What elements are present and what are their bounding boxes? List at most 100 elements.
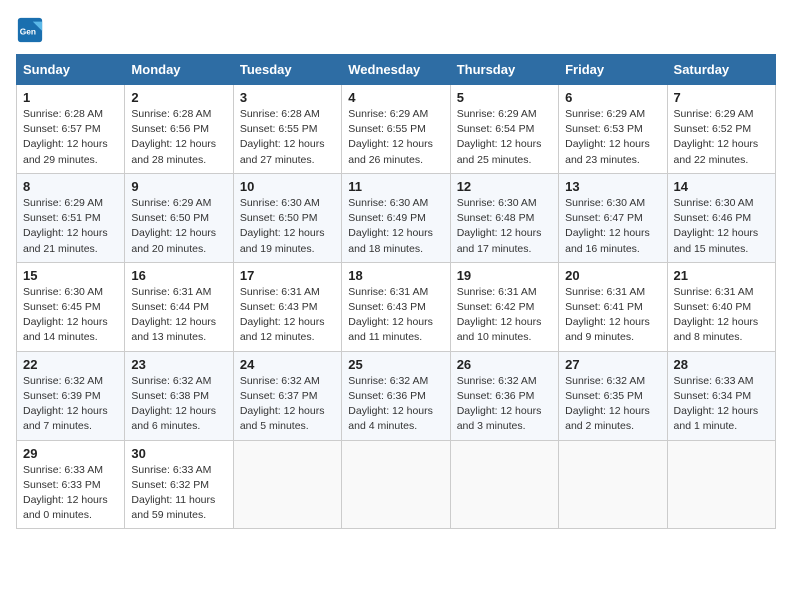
day-detail: Sunrise: 6:29 AM Sunset: 6:53 PM Dayligh… bbox=[565, 107, 660, 168]
day-number: 15 bbox=[23, 268, 118, 283]
day-number: 10 bbox=[240, 179, 335, 194]
empty-cell bbox=[342, 440, 450, 529]
dow-header-monday: Monday bbox=[125, 55, 233, 85]
day-detail: Sunrise: 6:33 AM Sunset: 6:34 PM Dayligh… bbox=[674, 374, 769, 435]
empty-cell bbox=[450, 440, 558, 529]
calendar-day-7: 7 Sunrise: 6:29 AM Sunset: 6:52 PM Dayli… bbox=[667, 85, 775, 174]
day-number: 29 bbox=[23, 446, 118, 461]
calendar-day-15: 15 Sunrise: 6:30 AM Sunset: 6:45 PM Dayl… bbox=[17, 262, 125, 351]
day-detail: Sunrise: 6:31 AM Sunset: 6:44 PM Dayligh… bbox=[131, 285, 226, 346]
day-number: 1 bbox=[23, 90, 118, 105]
svg-text:Gen: Gen bbox=[20, 27, 36, 37]
day-detail: Sunrise: 6:31 AM Sunset: 6:43 PM Dayligh… bbox=[240, 285, 335, 346]
day-number: 7 bbox=[674, 90, 769, 105]
day-detail: Sunrise: 6:28 AM Sunset: 6:56 PM Dayligh… bbox=[131, 107, 226, 168]
day-number: 18 bbox=[348, 268, 443, 283]
calendar-day-24: 24 Sunrise: 6:32 AM Sunset: 6:37 PM Dayl… bbox=[233, 351, 341, 440]
day-detail: Sunrise: 6:31 AM Sunset: 6:43 PM Dayligh… bbox=[348, 285, 443, 346]
calendar-day-21: 21 Sunrise: 6:31 AM Sunset: 6:40 PM Dayl… bbox=[667, 262, 775, 351]
calendar-day-14: 14 Sunrise: 6:30 AM Sunset: 6:46 PM Dayl… bbox=[667, 173, 775, 262]
empty-cell bbox=[667, 440, 775, 529]
day-detail: Sunrise: 6:32 AM Sunset: 6:36 PM Dayligh… bbox=[457, 374, 552, 435]
calendar-day-5: 5 Sunrise: 6:29 AM Sunset: 6:54 PM Dayli… bbox=[450, 85, 558, 174]
day-number: 26 bbox=[457, 357, 552, 372]
day-number: 27 bbox=[565, 357, 660, 372]
day-detail: Sunrise: 6:32 AM Sunset: 6:37 PM Dayligh… bbox=[240, 374, 335, 435]
calendar-day-18: 18 Sunrise: 6:31 AM Sunset: 6:43 PM Dayl… bbox=[342, 262, 450, 351]
day-number: 23 bbox=[131, 357, 226, 372]
dow-header-saturday: Saturday bbox=[667, 55, 775, 85]
day-number: 5 bbox=[457, 90, 552, 105]
calendar-day-25: 25 Sunrise: 6:32 AM Sunset: 6:36 PM Dayl… bbox=[342, 351, 450, 440]
day-number: 22 bbox=[23, 357, 118, 372]
day-detail: Sunrise: 6:32 AM Sunset: 6:36 PM Dayligh… bbox=[348, 374, 443, 435]
day-detail: Sunrise: 6:30 AM Sunset: 6:46 PM Dayligh… bbox=[674, 196, 769, 257]
calendar-day-13: 13 Sunrise: 6:30 AM Sunset: 6:47 PM Dayl… bbox=[559, 173, 667, 262]
day-number: 28 bbox=[674, 357, 769, 372]
calendar-table: SundayMondayTuesdayWednesdayThursdayFrid… bbox=[16, 54, 776, 529]
calendar-day-4: 4 Sunrise: 6:29 AM Sunset: 6:55 PM Dayli… bbox=[342, 85, 450, 174]
calendar-day-30: 30 Sunrise: 6:33 AM Sunset: 6:32 PM Dayl… bbox=[125, 440, 233, 529]
day-number: 2 bbox=[131, 90, 226, 105]
calendar-body: 1 Sunrise: 6:28 AM Sunset: 6:57 PM Dayli… bbox=[17, 85, 776, 529]
calendar-day-3: 3 Sunrise: 6:28 AM Sunset: 6:55 PM Dayli… bbox=[233, 85, 341, 174]
day-detail: Sunrise: 6:30 AM Sunset: 6:50 PM Dayligh… bbox=[240, 196, 335, 257]
logo-icon: Gen bbox=[16, 16, 44, 44]
day-detail: Sunrise: 6:28 AM Sunset: 6:55 PM Dayligh… bbox=[240, 107, 335, 168]
day-number: 9 bbox=[131, 179, 226, 194]
day-number: 11 bbox=[348, 179, 443, 194]
day-number: 19 bbox=[457, 268, 552, 283]
day-detail: Sunrise: 6:29 AM Sunset: 6:52 PM Dayligh… bbox=[674, 107, 769, 168]
day-number: 25 bbox=[348, 357, 443, 372]
day-detail: Sunrise: 6:29 AM Sunset: 6:54 PM Dayligh… bbox=[457, 107, 552, 168]
day-number: 8 bbox=[23, 179, 118, 194]
day-number: 17 bbox=[240, 268, 335, 283]
calendar-day-9: 9 Sunrise: 6:29 AM Sunset: 6:50 PM Dayli… bbox=[125, 173, 233, 262]
page-header: Gen bbox=[16, 16, 776, 44]
day-number: 16 bbox=[131, 268, 226, 283]
calendar-day-19: 19 Sunrise: 6:31 AM Sunset: 6:42 PM Dayl… bbox=[450, 262, 558, 351]
calendar-day-29: 29 Sunrise: 6:33 AM Sunset: 6:33 PM Dayl… bbox=[17, 440, 125, 529]
day-number: 21 bbox=[674, 268, 769, 283]
day-detail: Sunrise: 6:31 AM Sunset: 6:40 PM Dayligh… bbox=[674, 285, 769, 346]
calendar-day-17: 17 Sunrise: 6:31 AM Sunset: 6:43 PM Dayl… bbox=[233, 262, 341, 351]
day-number: 24 bbox=[240, 357, 335, 372]
day-number: 6 bbox=[565, 90, 660, 105]
calendar-day-6: 6 Sunrise: 6:29 AM Sunset: 6:53 PM Dayli… bbox=[559, 85, 667, 174]
calendar-week-5: 29 Sunrise: 6:33 AM Sunset: 6:33 PM Dayl… bbox=[17, 440, 776, 529]
empty-cell bbox=[233, 440, 341, 529]
calendar-day-22: 22 Sunrise: 6:32 AM Sunset: 6:39 PM Dayl… bbox=[17, 351, 125, 440]
day-detail: Sunrise: 6:28 AM Sunset: 6:57 PM Dayligh… bbox=[23, 107, 118, 168]
day-number: 12 bbox=[457, 179, 552, 194]
dow-header-wednesday: Wednesday bbox=[342, 55, 450, 85]
day-number: 30 bbox=[131, 446, 226, 461]
day-detail: Sunrise: 6:29 AM Sunset: 6:51 PM Dayligh… bbox=[23, 196, 118, 257]
calendar-day-2: 2 Sunrise: 6:28 AM Sunset: 6:56 PM Dayli… bbox=[125, 85, 233, 174]
calendar-day-8: 8 Sunrise: 6:29 AM Sunset: 6:51 PM Dayli… bbox=[17, 173, 125, 262]
day-number: 13 bbox=[565, 179, 660, 194]
day-detail: Sunrise: 6:32 AM Sunset: 6:38 PM Dayligh… bbox=[131, 374, 226, 435]
day-detail: Sunrise: 6:30 AM Sunset: 6:49 PM Dayligh… bbox=[348, 196, 443, 257]
calendar-day-12: 12 Sunrise: 6:30 AM Sunset: 6:48 PM Dayl… bbox=[450, 173, 558, 262]
day-number: 20 bbox=[565, 268, 660, 283]
day-detail: Sunrise: 6:30 AM Sunset: 6:48 PM Dayligh… bbox=[457, 196, 552, 257]
days-of-week-row: SundayMondayTuesdayWednesdayThursdayFrid… bbox=[17, 55, 776, 85]
day-detail: Sunrise: 6:29 AM Sunset: 6:50 PM Dayligh… bbox=[131, 196, 226, 257]
day-number: 14 bbox=[674, 179, 769, 194]
calendar-week-1: 1 Sunrise: 6:28 AM Sunset: 6:57 PM Dayli… bbox=[17, 85, 776, 174]
day-detail: Sunrise: 6:29 AM Sunset: 6:55 PM Dayligh… bbox=[348, 107, 443, 168]
calendar-week-4: 22 Sunrise: 6:32 AM Sunset: 6:39 PM Dayl… bbox=[17, 351, 776, 440]
day-detail: Sunrise: 6:31 AM Sunset: 6:42 PM Dayligh… bbox=[457, 285, 552, 346]
calendar-day-16: 16 Sunrise: 6:31 AM Sunset: 6:44 PM Dayl… bbox=[125, 262, 233, 351]
calendar-day-23: 23 Sunrise: 6:32 AM Sunset: 6:38 PM Dayl… bbox=[125, 351, 233, 440]
day-detail: Sunrise: 6:32 AM Sunset: 6:39 PM Dayligh… bbox=[23, 374, 118, 435]
dow-header-friday: Friday bbox=[559, 55, 667, 85]
day-number: 4 bbox=[348, 90, 443, 105]
calendar-day-27: 27 Sunrise: 6:32 AM Sunset: 6:35 PM Dayl… bbox=[559, 351, 667, 440]
logo: Gen bbox=[16, 16, 48, 44]
dow-header-thursday: Thursday bbox=[450, 55, 558, 85]
day-detail: Sunrise: 6:33 AM Sunset: 6:33 PM Dayligh… bbox=[23, 463, 118, 524]
calendar-day-28: 28 Sunrise: 6:33 AM Sunset: 6:34 PM Dayl… bbox=[667, 351, 775, 440]
calendar-day-10: 10 Sunrise: 6:30 AM Sunset: 6:50 PM Dayl… bbox=[233, 173, 341, 262]
day-detail: Sunrise: 6:32 AM Sunset: 6:35 PM Dayligh… bbox=[565, 374, 660, 435]
